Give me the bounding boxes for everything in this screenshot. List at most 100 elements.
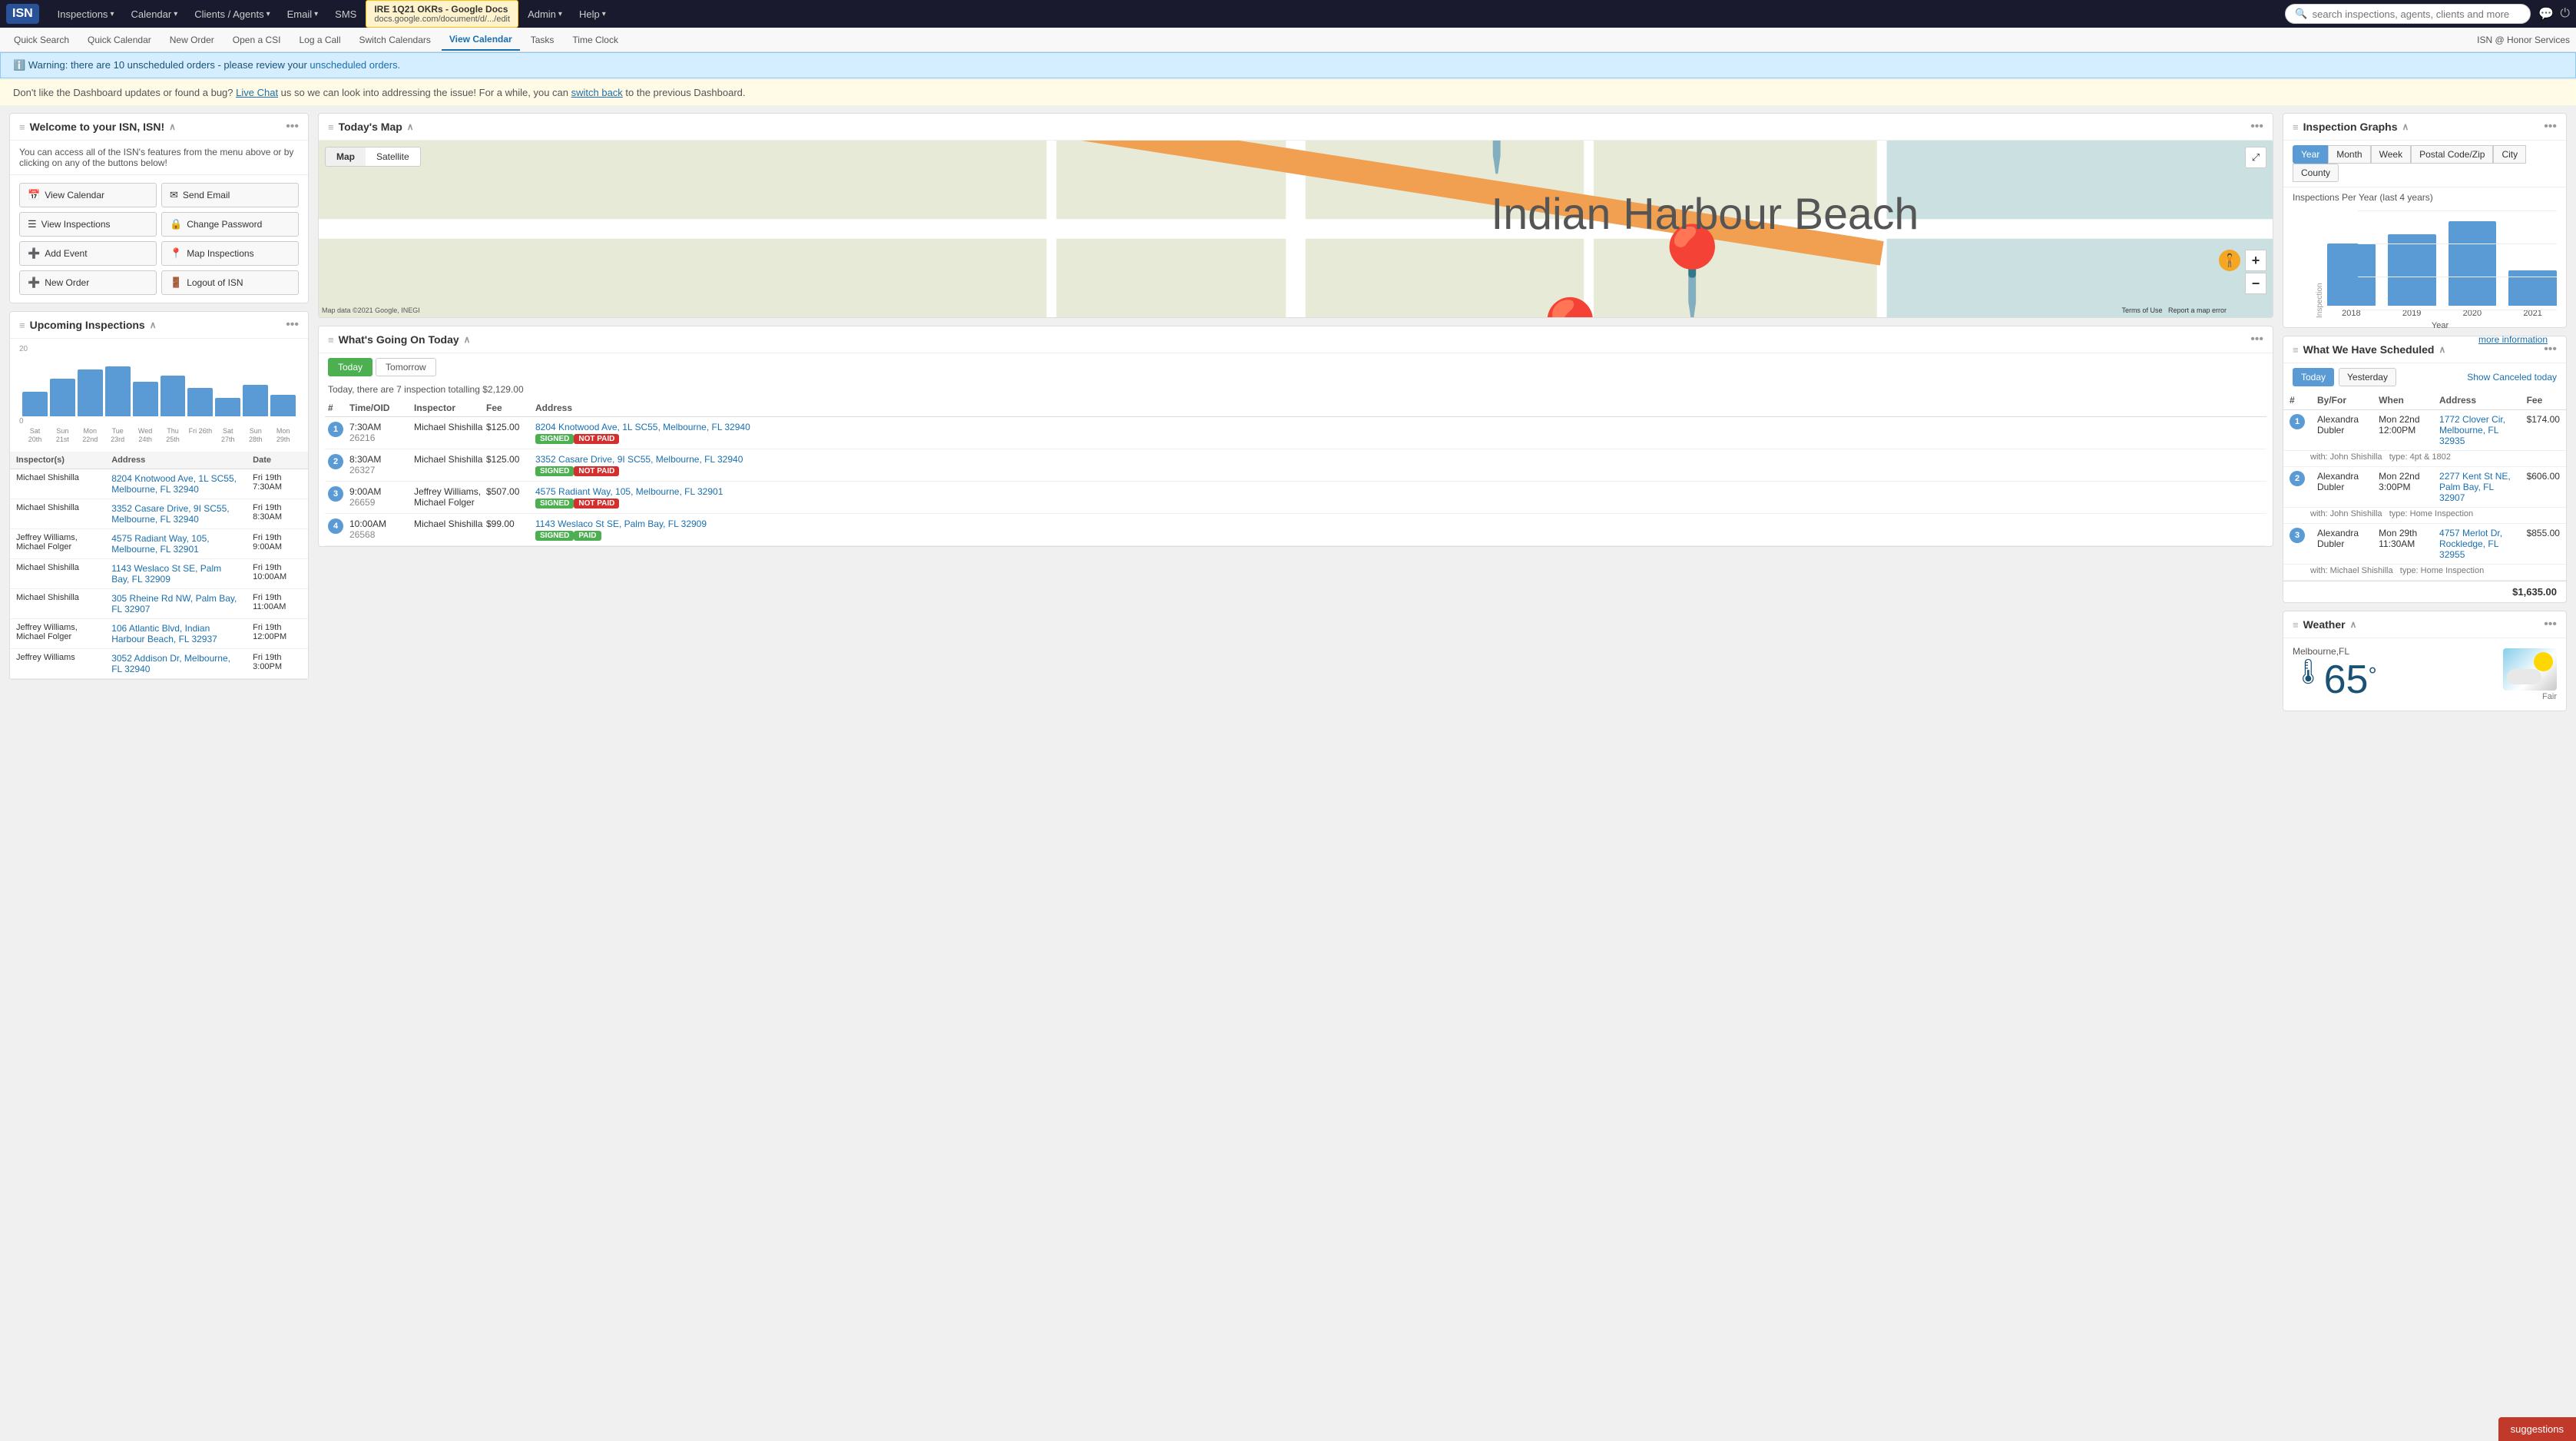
sched-yesterday-tab[interactable]: Yesterday <box>2339 368 2396 386</box>
collapse-upcoming-icon[interactable]: ∧ <box>150 320 157 330</box>
graph-tab-month[interactable]: Month <box>2328 145 2370 164</box>
map-menu-icon[interactable]: ••• <box>2250 120 2263 134</box>
address-link[interactable]: 3352 Casare Drive, 9I SC55, Melbourne, F… <box>111 503 229 525</box>
address-link[interactable]: 8204 Knotwood Ave, 1L SC55, Melbourne, F… <box>111 473 237 495</box>
map-inspections-button[interactable]: 📍 Map Inspections <box>161 241 299 266</box>
insp-address-link[interactable]: 8204 Knotwood Ave, 1L SC55, Melbourne, F… <box>535 422 750 432</box>
inspector-cell: Michael Shishilla <box>10 469 105 499</box>
map-zoom-out-btn[interactable]: − <box>2245 273 2266 294</box>
drag-icon7: ≡ <box>2293 619 2299 631</box>
more-info-link[interactable]: more information <box>2478 334 2548 345</box>
scheduled-total: $1,635.00 <box>2283 581 2566 602</box>
welcome-header: ≡ Welcome to your ISN, ISN! ∧ ••• <box>10 114 308 141</box>
graphs-menu-icon[interactable]: ••• <box>2544 120 2557 134</box>
nav-search-box[interactable]: 🔍 <box>2285 4 2531 24</box>
nav-google-doc[interactable]: IRE 1Q21 OKRs - Google Docs docs.google.… <box>366 0 518 28</box>
today-tab[interactable]: Today <box>328 358 372 376</box>
log-call-link[interactable]: Log a Call <box>291 30 348 50</box>
view-inspections-button[interactable]: ☰ View Inspections <box>19 212 157 237</box>
insp-address-link[interactable]: 4575 Radiant Way, 105, Melbourne, FL 329… <box>535 486 723 497</box>
add-event-button[interactable]: ➕ Add Event <box>19 241 157 266</box>
badge-not-paid: NOT PAID <box>574 434 619 444</box>
address-link[interactable]: 305 Rheine Rd NW, Palm Bay, FL 32907 <box>111 593 237 614</box>
sched-num-cell: 3 <box>2283 524 2311 565</box>
chart-label-5: Thu 25th <box>161 427 186 444</box>
logout-button[interactable]: 🚪 Logout of ISN <box>161 270 299 295</box>
date-cell: Fri 19th 8:30AM <box>247 499 308 528</box>
map-street-view-icon[interactable]: 🧍 <box>2219 250 2240 271</box>
chart-label-1: Sun 21st <box>50 427 75 444</box>
new-order-link[interactable]: New Order <box>162 30 222 50</box>
quick-calendar-link[interactable]: Quick Calendar <box>80 30 159 50</box>
table-row: Michael Shishilla 8204 Knotwood Ave, 1L … <box>10 469 308 499</box>
switch-back-link[interactable]: switch back <box>571 87 623 98</box>
nav-sms[interactable]: SMS <box>327 5 364 23</box>
switch-calendars-link[interactable]: Switch Calendars <box>352 30 439 50</box>
weather-menu-icon[interactable]: ••• <box>2544 618 2557 631</box>
collapse-map-icon[interactable]: ∧ <box>407 121 414 132</box>
app-logo[interactable]: ISN <box>6 4 39 24</box>
welcome-menu-icon[interactable]: ••• <box>286 120 299 134</box>
collapse-weather-icon[interactable]: ∧ <box>2350 619 2357 630</box>
drag-icon2: ≡ <box>19 320 25 331</box>
weather-icon-area: Fair <box>2503 648 2557 701</box>
sched-address-link[interactable]: 2277 Kent St NE, Palm Bay, FL 32907 <box>2439 471 2511 503</box>
nav-calendar[interactable]: Calendar ▾ <box>123 5 185 23</box>
search-input[interactable] <box>2313 8 2521 20</box>
unscheduled-link[interactable]: unscheduled orders. <box>310 59 400 71</box>
sched-address-link[interactable]: 1772 Clover Cir, Melbourne, FL 32935 <box>2439 414 2505 446</box>
inspector-cell: Michael Shishilla <box>10 558 105 588</box>
sched-today-tab[interactable]: Today <box>2293 368 2334 386</box>
address-link[interactable]: 1143 Weslaco St SE, Palm Bay, FL 32909 <box>111 563 221 585</box>
nav-email[interactable]: Email ▾ <box>280 5 326 23</box>
insp-address-link[interactable]: 1143 Weslaco St SE, Palm Bay, FL 32909 <box>535 518 707 529</box>
power-icon[interactable]: ⏻ <box>2560 7 2570 21</box>
tasks-link[interactable]: Tasks <box>523 30 562 50</box>
view-calendar-button[interactable]: 📅 View Calendar <box>19 183 157 207</box>
map-tab-satellite[interactable]: Satellite <box>366 147 420 166</box>
time-clock-link[interactable]: Time Clock <box>565 30 626 50</box>
open-csi-link[interactable]: Open a CSI <box>225 30 289 50</box>
map-tab-map[interactable]: Map <box>326 147 366 166</box>
graph-tab-postal[interactable]: Postal Code/Zip <box>2411 145 2493 164</box>
nav-help[interactable]: Help ▾ <box>571 5 614 23</box>
tomorrow-tab[interactable]: Tomorrow <box>376 358 436 376</box>
send-email-button[interactable]: ✉ Send Email <box>161 183 299 207</box>
map-zoom-in-btn[interactable]: + <box>2245 250 2266 271</box>
live-chat-link[interactable]: Live Chat <box>236 87 278 98</box>
address-cell: 1143 Weslaco St SE, Palm Bay, FL 32909 <box>105 558 247 588</box>
bar-wrap-2019: 2019 <box>2388 234 2436 318</box>
graph-tab-county[interactable]: County <box>2293 164 2339 182</box>
suggestions-button[interactable]: suggestions <box>2498 1417 2576 1441</box>
change-password-button[interactable]: 🔒 Change Password <box>161 212 299 237</box>
upcoming-menu-icon[interactable]: ••• <box>286 318 299 332</box>
nav-inspections[interactable]: Inspections ▾ <box>50 5 122 23</box>
graph-tab-city[interactable]: City <box>2493 145 2526 164</box>
upcoming-table: Inspector(s) Address Date Michael Shishi… <box>10 452 308 679</box>
collapse-whats-icon[interactable]: ∧ <box>464 334 471 345</box>
mini-bar-4 <box>133 382 158 416</box>
chat-icon[interactable]: 💬 <box>2538 6 2554 22</box>
list-item: 2 8:30AM26327 Michael Shishilla $125.00 … <box>325 449 2266 482</box>
new-order-button[interactable]: ➕ New Order <box>19 270 157 295</box>
middle-column: ≡ Today's Map ∧ ••• <box>318 113 2273 711</box>
show-canceled-link[interactable]: Show Canceled today <box>2467 372 2557 383</box>
view-calendar-link[interactable]: View Calendar <box>442 29 520 51</box>
sched-address-link[interactable]: 4757 Merlot Dr, Rockledge, FL 32955 <box>2439 528 2502 560</box>
address-link[interactable]: 4575 Radiant Way, 105, Melbourne, FL 329… <box>111 533 209 555</box>
insp-address-link[interactable]: 3352 Casare Drive, 9I SC55, Melbourne, F… <box>535 454 743 465</box>
date-cell: Fri 19th 3:00PM <box>247 648 308 678</box>
map-terms[interactable]: Terms of Use Report a map error <box>2121 306 2227 314</box>
map-fullscreen-btn[interactable]: ⤢ <box>2245 147 2266 168</box>
whats-menu-icon[interactable]: ••• <box>2250 333 2263 346</box>
collapse-graphs-icon[interactable]: ∧ <box>2402 121 2409 132</box>
address-link[interactable]: 106 Atlantic Blvd, Indian Harbour Beach,… <box>111 623 217 644</box>
graph-tab-year[interactable]: Year <box>2293 145 2328 164</box>
collapse-welcome-icon[interactable]: ∧ <box>169 121 176 132</box>
email-icon: ✉ <box>170 189 178 201</box>
nav-admin[interactable]: Admin ▾ <box>520 5 570 23</box>
quick-search-link[interactable]: Quick Search <box>6 30 77 50</box>
address-link[interactable]: 3052 Addison Dr, Melbourne, FL 32940 <box>111 653 230 674</box>
nav-clients-agents[interactable]: Clients / Agents ▾ <box>187 5 277 23</box>
graph-tab-week[interactable]: Week <box>2371 145 2411 164</box>
